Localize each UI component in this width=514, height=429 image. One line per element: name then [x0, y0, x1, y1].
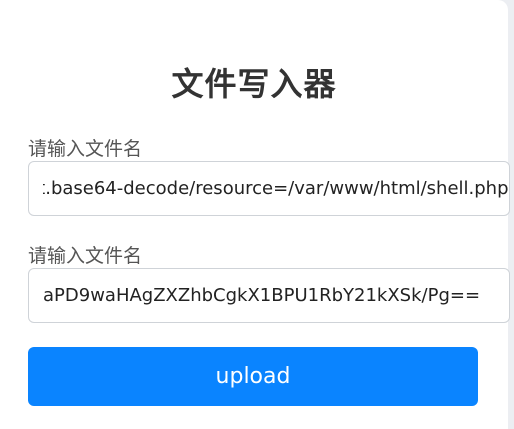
form-card: 文件写入器 请输入文件名 请输入文件名 upload [0, 0, 510, 429]
page-title: 文件写入器 [171, 65, 337, 103]
upload-button[interactable]: upload [28, 347, 478, 406]
content-input[interactable] [28, 268, 510, 323]
filename-label: 请输入文件名 [28, 138, 143, 160]
content-label: 请输入文件名 [28, 245, 143, 267]
filename-input[interactable] [28, 161, 510, 216]
